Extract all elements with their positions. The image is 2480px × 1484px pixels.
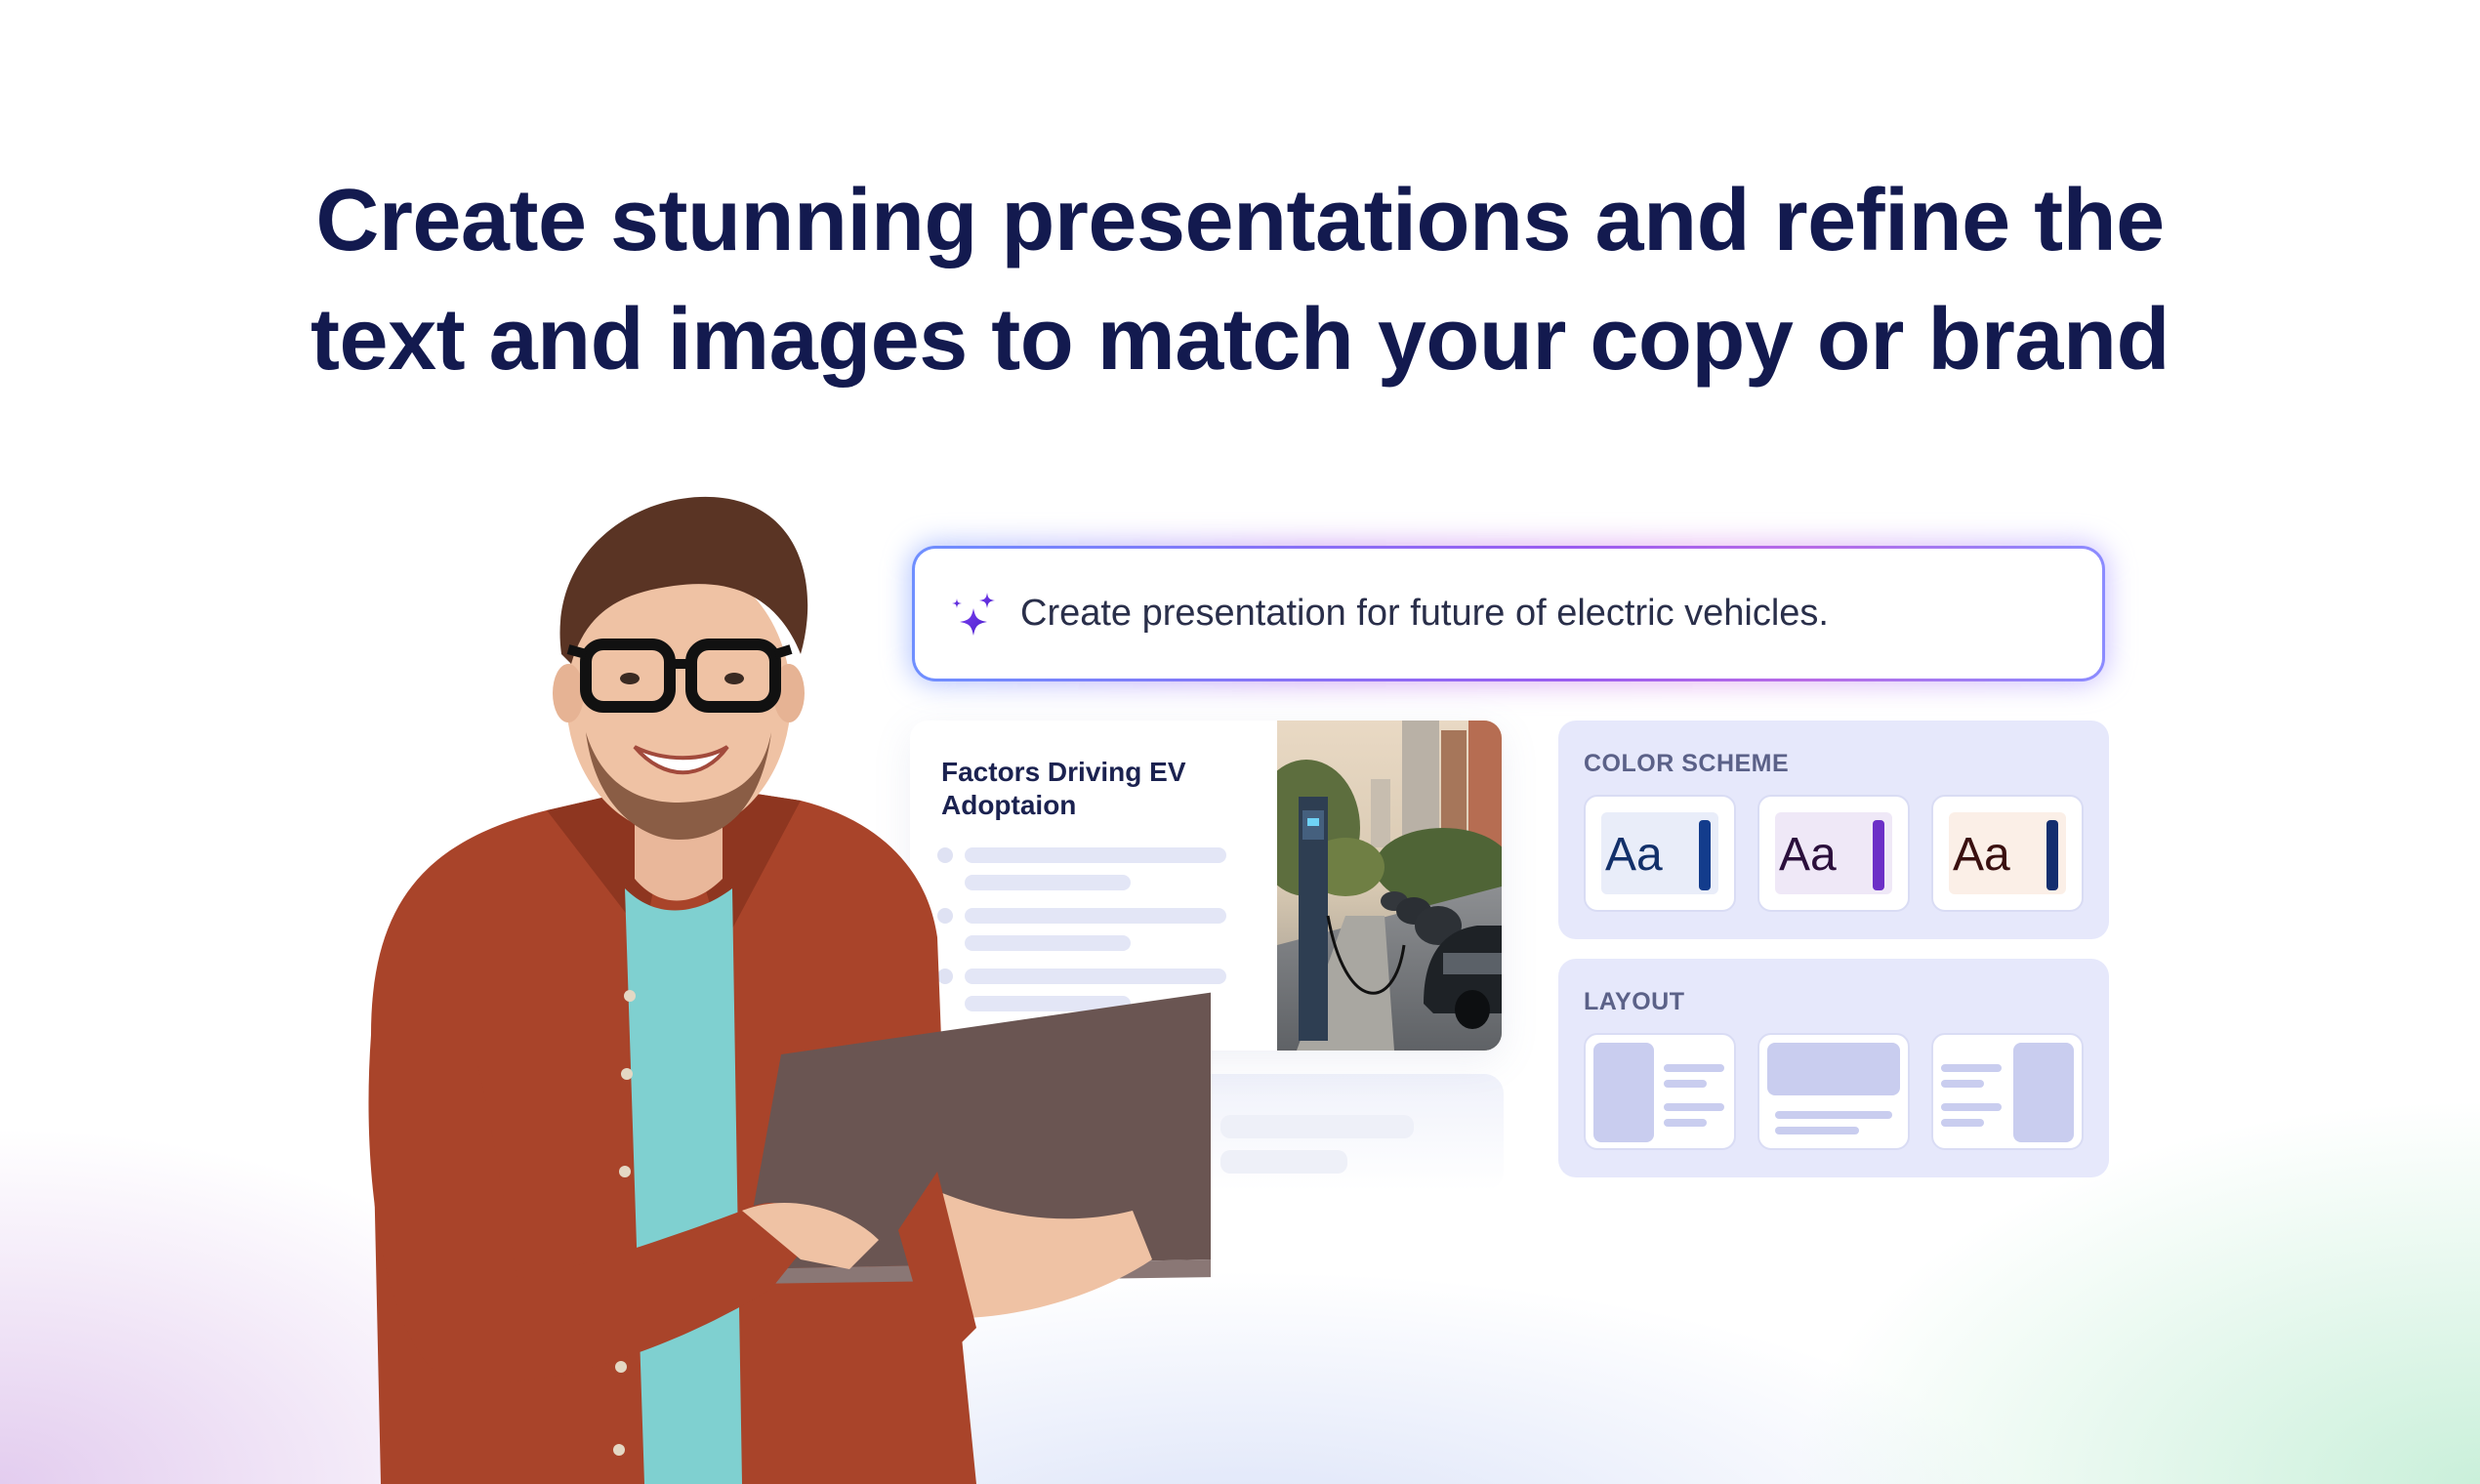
layout-text-line [1941, 1119, 1984, 1127]
layout-panel: LAYOUT [1558, 959, 2109, 1177]
color-option-label: Aa [1605, 829, 1663, 881]
ev-charging-photo [1277, 721, 1502, 1051]
layout-text-line [1775, 1111, 1892, 1119]
layout-image-block [1767, 1043, 1900, 1095]
color-option-2[interactable]: Aa [1757, 795, 1910, 912]
layout-text-line [1664, 1103, 1724, 1111]
color-scheme-panel: COLOR SCHEME Aa Aa Aa [1558, 721, 2109, 939]
layout-title: LAYOUT [1584, 988, 1685, 1015]
layout-text-line [1664, 1064, 1724, 1072]
color-option-3[interactable]: Aa [1931, 795, 2084, 912]
headline-line-2: text and images to match your copy or br… [310, 291, 2170, 389]
layout-image-block [2013, 1043, 2074, 1142]
color-accent-bar [1873, 820, 1884, 890]
color-option-label: Aa [1779, 829, 1837, 881]
person-with-laptop [368, 496, 1211, 1484]
layout-text-line [1664, 1119, 1707, 1127]
layout-option-image-right[interactable] [1931, 1033, 2084, 1150]
layout-option-image-top[interactable] [1757, 1033, 1910, 1150]
slide-underline-1 [1220, 1115, 1414, 1138]
layout-text-line [1941, 1064, 2002, 1072]
color-accent-bar [1699, 820, 1711, 890]
color-scheme-title: COLOR SCHEME [1584, 750, 1790, 777]
headline-line-1: Create stunning presentations and refine… [315, 172, 2165, 269]
color-option-1[interactable]: Aa [1584, 795, 1736, 912]
layout-option-image-left[interactable] [1584, 1033, 1736, 1150]
layout-text-line [1941, 1103, 2002, 1111]
slide-underline-2 [1220, 1150, 1347, 1174]
color-option-label: Aa [1953, 829, 2010, 881]
layout-text-line [1664, 1080, 1707, 1088]
layout-text-line [1775, 1127, 1859, 1134]
headline: Create stunning presentations and refine… [0, 161, 2480, 399]
color-accent-bar [2046, 820, 2058, 890]
layout-image-block [1593, 1043, 1654, 1142]
layout-text-line [1941, 1080, 1984, 1088]
